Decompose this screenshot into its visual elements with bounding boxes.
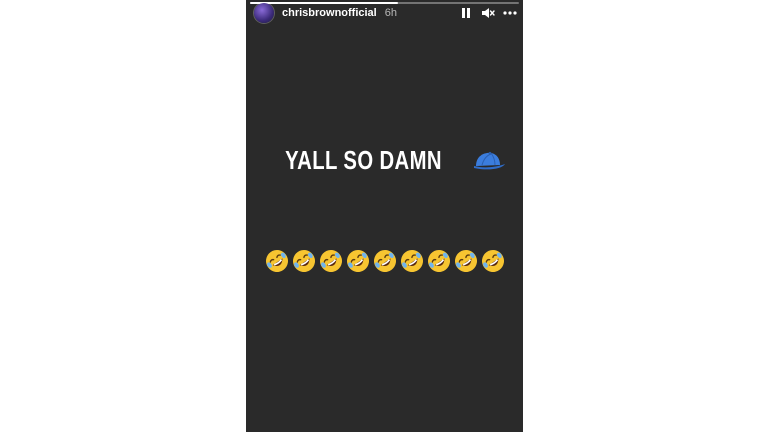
mute-icon[interactable] [481,6,495,20]
timestamp: 6h [384,7,397,19]
story-viewer[interactable]: chrisbrownofficial 6h YALL SO DAMN [246,0,523,432]
rolling-on-floor-laughing-emoji [292,250,315,272]
story-headline: YALL SO DAMN [285,145,442,175]
rolling-on-floor-laughing-emoji [427,250,450,272]
story-controls [459,6,517,20]
story-text-line: YALL SO DAMN [246,145,523,176]
pause-icon[interactable] [459,6,473,20]
blue-cap-emoji [474,151,506,169]
more-icon[interactable] [503,6,517,20]
rolling-on-floor-laughing-emoji [319,250,342,272]
rolling-on-floor-laughing-emoji [265,250,288,272]
username[interactable]: chrisbrownofficial [282,7,377,19]
rolling-on-floor-laughing-emoji [346,250,369,272]
story-header: chrisbrownofficial 6h [254,2,517,24]
rolling-on-floor-laughing-emoji [454,250,477,272]
avatar[interactable] [254,3,274,23]
laughing-emoji-row [246,248,523,274]
rolling-on-floor-laughing-emoji [373,250,396,272]
rolling-on-floor-laughing-emoji [481,250,504,272]
rolling-on-floor-laughing-emoji [400,250,423,272]
